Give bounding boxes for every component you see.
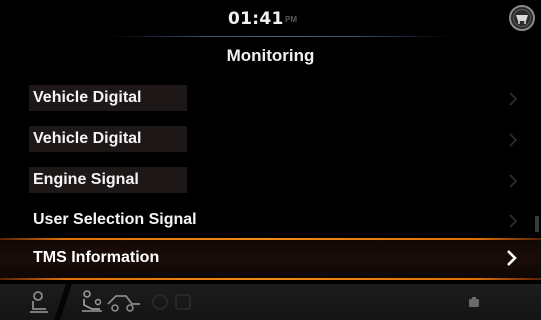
menu-item-label-box: Engine Signal [29, 167, 187, 193]
status-bar: 01:41 PM [0, 0, 541, 37]
menu-item-label-box: Vehicle Digital [29, 126, 187, 152]
status-indicators-icon [152, 294, 191, 310]
chevron-right-icon [507, 250, 517, 266]
selection-highlight-top [0, 238, 541, 240]
menu-item-engine-signal[interactable]: Engine Signal [0, 165, 527, 195]
chevron-right-icon [509, 133, 518, 147]
menu-item-label-box: Vehicle Digital [29, 85, 187, 111]
page-title: Monitoring [226, 46, 315, 65]
menu-item-vehicle-digital-1[interactable]: Vehicle Digital [0, 83, 527, 113]
toolbar-divider [54, 284, 72, 320]
monitoring-screen: 01:41 PM Monitoring Vehicle Digital Vehi… [0, 0, 541, 320]
menu-item-label: User Selection Signal [33, 211, 197, 228]
work-mode-icon[interactable] [106, 290, 142, 314]
menu-item-label: TMS Information [33, 249, 160, 266]
scroll-indicator[interactable] [531, 216, 541, 232]
menu-item-label: Vehicle Digital [33, 130, 142, 147]
menu-item-label-box: User Selection Signal [29, 207, 219, 233]
menu-item-user-selection-signal[interactable]: User Selection Signal [0, 205, 527, 235]
clock-ampm: PM [285, 15, 297, 24]
chevron-right-icon [509, 214, 518, 228]
chevron-right-icon [509, 92, 518, 106]
menu-item-tms-information[interactable]: TMS Information [0, 238, 541, 280]
menu-item-label: Engine Signal [33, 171, 139, 188]
menu-item-vehicle-digital-2[interactable]: Vehicle Digital [0, 124, 527, 154]
header-divider [110, 36, 450, 37]
vehicle-badge-icon[interactable] [507, 3, 537, 33]
selection-highlight-bottom [0, 278, 541, 280]
settings-icon[interactable] [466, 294, 482, 310]
clock-time: 01:41 [228, 9, 284, 29]
chevron-right-icon [509, 174, 518, 188]
operator-seat-icon[interactable] [26, 290, 52, 316]
menu-item-label: Vehicle Digital [33, 89, 142, 106]
